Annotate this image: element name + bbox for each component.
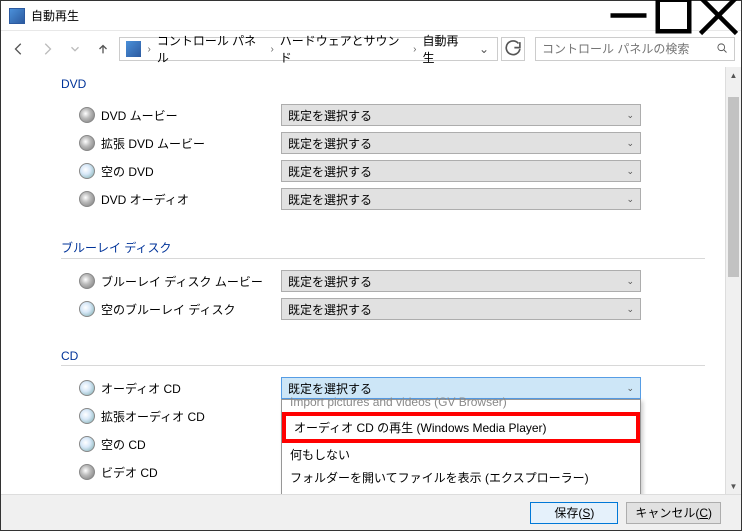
disc-icon [79, 135, 95, 151]
setting-label: 拡張オーディオ CD [101, 408, 205, 425]
disc-icon [79, 436, 95, 452]
setting-label: 拡張 DVD ムービー [101, 135, 205, 152]
back-button[interactable] [7, 37, 31, 61]
disc-icon [79, 380, 95, 396]
dropdown-item[interactable]: Import pictures and videos (GV Browser) [282, 392, 640, 412]
select-dvd-audio[interactable]: 既定を選択する⌄ [281, 188, 641, 210]
location-icon [126, 41, 141, 57]
search-box[interactable] [535, 37, 735, 61]
chevron-right-icon: › [411, 44, 418, 55]
select-enhanced-dvd[interactable]: 既定を選択する⌄ [281, 132, 641, 154]
setting-label: 空のブルーレイ ディスク [101, 301, 236, 318]
disc-icon [79, 163, 95, 179]
search-icon[interactable] [710, 42, 734, 57]
chevron-down-icon: ⌄ [626, 166, 634, 177]
setting-label: ブルーレイ ディスク ムービー [101, 273, 263, 290]
setting-label: DVD ムービー [101, 107, 178, 124]
breadcrumb-item[interactable]: 自動再生 [419, 32, 473, 66]
title-bar: 自動再生 [1, 1, 741, 31]
setting-row: 拡張 DVD ムービー 既定を選択する⌄ [61, 129, 705, 157]
chevron-down-icon: ⌄ [626, 110, 634, 121]
dropdown-menu: Import pictures and videos (GV Browser) … [281, 399, 641, 494]
vertical-scrollbar[interactable]: ▲ ▼ [725, 67, 741, 494]
chevron-down-icon: ⌄ [626, 194, 634, 205]
search-input[interactable] [536, 42, 710, 56]
chevron-right-icon: › [145, 44, 152, 55]
dropdown-item[interactable]: 何もしない [282, 443, 640, 466]
section-header-cd: CD [61, 349, 705, 366]
save-button[interactable]: 保存(S) [530, 502, 618, 524]
chevron-down-icon: ⌄ [626, 276, 634, 287]
disc-icon [79, 107, 95, 123]
dropdown-item[interactable]: オーディオ CD の再生 (Windows Media Player) [286, 416, 636, 439]
disc-icon [79, 408, 95, 424]
maximize-button[interactable] [651, 1, 696, 31]
content-area: DVD DVD ムービー既定を選択する⌄ 拡張 DVD ムービー既定を選択する⌄… [1, 67, 741, 494]
setting-label: ビデオ CD [101, 464, 158, 481]
nav-bar: › コントロール パネル › ハードウェアとサウンド › 自動再生 ⌄ [1, 31, 741, 67]
breadcrumb-item[interactable]: コントロール パネル [153, 32, 269, 66]
scrollbar-thumb[interactable] [728, 97, 739, 277]
select-bluray-movie[interactable]: 既定を選択する⌄ [281, 270, 641, 292]
chevron-right-icon: › [268, 44, 275, 55]
section-header-bluray: ブルーレイ ディスク [61, 239, 705, 259]
highlight-annotation: オーディオ CD の再生 (Windows Media Player) [282, 412, 640, 443]
disc-icon [79, 273, 95, 289]
setting-label: 空の DVD [101, 163, 154, 180]
setting-label: 空の CD [101, 436, 146, 453]
select-blank-bluray[interactable]: 既定を選択する⌄ [281, 298, 641, 320]
section-header-dvd: DVD [61, 77, 705, 93]
scroll-down-button[interactable]: ▼ [726, 478, 741, 494]
chevron-down-icon: ⌄ [626, 138, 634, 149]
recent-dropdown-button[interactable] [63, 37, 87, 61]
cancel-button[interactable]: キャンセル(C) [626, 502, 721, 524]
refresh-button[interactable] [501, 37, 525, 61]
address-bar[interactable]: › コントロール パネル › ハードウェアとサウンド › 自動再生 ⌄ [119, 37, 498, 61]
breadcrumb-item[interactable]: ハードウェアとサウンド [276, 32, 411, 66]
disc-icon [79, 301, 95, 317]
forward-button[interactable] [35, 37, 59, 61]
disc-icon [79, 464, 95, 480]
setting-label: オーディオ CD [101, 380, 181, 397]
setting-row: 空のブルーレイ ディスク 既定を選択する⌄ [61, 295, 705, 323]
minimize-button[interactable] [606, 1, 651, 31]
footer-bar: 保存(S) キャンセル(C) [1, 494, 741, 530]
setting-row: DVD ムービー 既定を選択する⌄ [61, 101, 705, 129]
setting-row: DVD オーディオ 既定を選択する⌄ [61, 185, 705, 213]
window-title: 自動再生 [31, 7, 606, 24]
up-button[interactable] [91, 37, 115, 61]
select-blank-dvd[interactable]: 既定を選択する⌄ [281, 160, 641, 182]
setting-row: 空の DVD 既定を選択する⌄ [61, 157, 705, 185]
dropdown-item[interactable]: 毎回動作を確認する [282, 489, 640, 494]
setting-label: DVD オーディオ [101, 191, 189, 208]
chevron-down-icon: ⌄ [626, 304, 634, 315]
setting-row: ブルーレイ ディスク ムービー 既定を選択する⌄ [61, 267, 705, 295]
scroll-up-button[interactable]: ▲ [726, 67, 741, 83]
close-button[interactable] [696, 1, 741, 31]
address-dropdown-button[interactable]: ⌄ [473, 42, 495, 56]
setting-row: オーディオ CD 既定を選択する⌄ Import pictures and vi… [61, 374, 705, 402]
disc-icon [79, 191, 95, 207]
dropdown-item[interactable]: フォルダーを開いてファイルを表示 (エクスプローラー) [282, 466, 640, 489]
select-dvd-movie[interactable]: 既定を選択する⌄ [281, 104, 641, 126]
app-icon [9, 8, 25, 24]
